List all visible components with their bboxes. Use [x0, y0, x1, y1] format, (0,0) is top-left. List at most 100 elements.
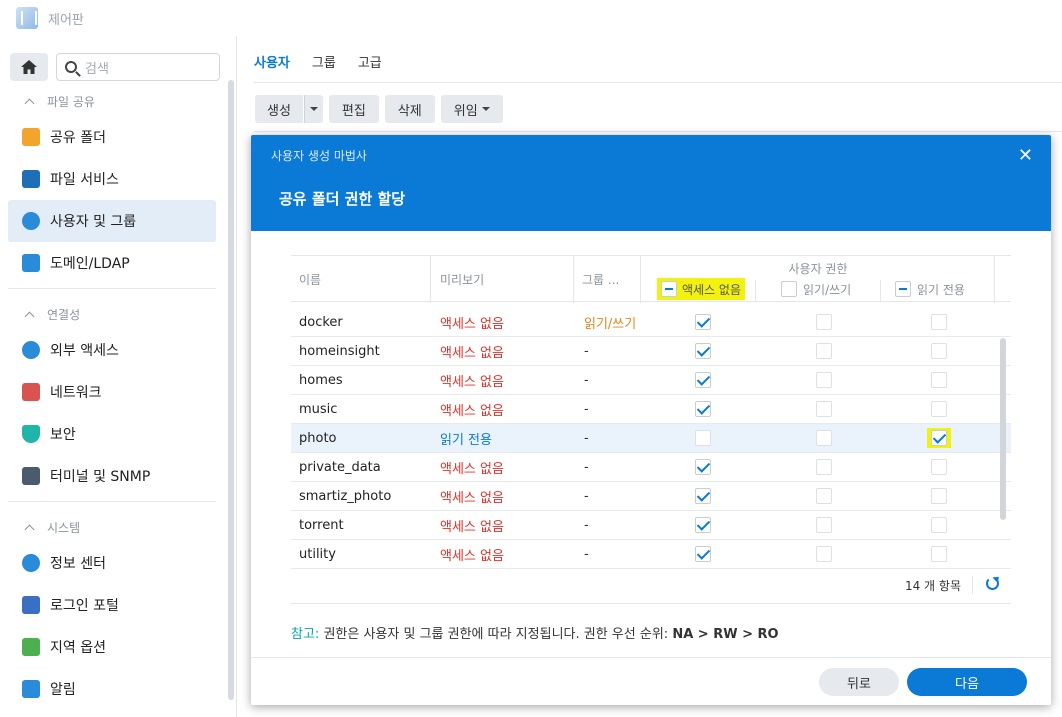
delegate-button[interactable]: 위임: [440, 95, 503, 123]
sidebar: 검색 파일 공유 공유 폴더 파일 서비스 사용자 및 그룹 도메인/LDAP …: [0, 36, 237, 717]
sidebar-item-users-groups[interactable]: 사용자 및 그룹: [8, 200, 216, 242]
section-file-sharing: 파일 공유 공유 폴더 파일 서비스 사용자 및 그룹 도메인/LDAP: [0, 86, 228, 293]
section-header[interactable]: 시스템: [0, 512, 228, 542]
close-icon[interactable]: ✕: [1018, 145, 1033, 166]
no-access-checkbox-cell: [695, 453, 711, 481]
col-header-read-write[interactable]: 읽기/쓰기: [781, 278, 851, 300]
no-access-checkbox[interactable]: [695, 546, 711, 562]
table-row[interactable]: music 액세스 없음 -: [291, 395, 1011, 424]
login-portal-icon: [22, 596, 40, 614]
col-header-read-only[interactable]: 읽기 전용: [895, 278, 965, 300]
folder-icon: [22, 128, 40, 146]
read-write-checkbox[interactable]: [816, 459, 832, 475]
note-text: 권한은 사용자 및 그룹 권한에 따라 지정됩니다. 권한 우선 순위:: [323, 627, 669, 642]
read-only-checkbox[interactable]: [931, 488, 947, 504]
read-write-checkbox[interactable]: [816, 430, 832, 446]
sidebar-item-file-services[interactable]: 파일 서비스: [0, 158, 228, 200]
read-write-checkbox[interactable]: [816, 488, 832, 504]
read-write-checkbox[interactable]: [816, 372, 832, 388]
delete-button[interactable]: 삭제: [384, 95, 435, 123]
no-access-checkbox-cell: [695, 395, 711, 423]
section-header[interactable]: 연결성: [0, 299, 228, 329]
read-write-checkbox[interactable]: [816, 401, 832, 417]
home-button[interactable]: [10, 53, 48, 81]
table-row[interactable]: homes 액세스 없음 -: [291, 366, 1011, 395]
read-write-checkbox[interactable]: [816, 546, 832, 562]
sidebar-item-login-portal[interactable]: 로그인 포털: [0, 584, 228, 626]
highlight-marker: [927, 428, 951, 448]
sidebar-scrollbar[interactable]: [228, 80, 234, 700]
tab-advanced[interactable]: 고급: [358, 52, 382, 77]
sidebar-item-network[interactable]: 네트워크: [0, 371, 228, 413]
group-permission: -: [584, 488, 589, 504]
table-row[interactable]: private_data 액세스 없음 -: [291, 453, 1011, 482]
sidebar-item-terminal-snmp[interactable]: 터미널 및 SNMP: [0, 455, 228, 497]
divider: [8, 501, 216, 502]
region-icon: [22, 638, 40, 656]
read-only-checkbox[interactable]: [931, 314, 947, 330]
read-only-checkbox[interactable]: [931, 372, 947, 388]
no-access-checkbox[interactable]: [695, 459, 711, 475]
read-only-checkbox-cell: [931, 453, 947, 481]
read-only-checkbox[interactable]: [931, 343, 947, 359]
no-access-checkbox[interactable]: [695, 343, 711, 359]
read-write-checkbox-cell: [816, 337, 832, 365]
create-button[interactable]: 생성: [255, 95, 303, 123]
read-only-checkbox[interactable]: [931, 517, 947, 533]
table-row[interactable]: homeinsight 액세스 없음 -: [291, 337, 1011, 366]
read-write-checkbox[interactable]: [816, 314, 832, 330]
toolbar: 생성 편집 삭제 위임: [255, 95, 503, 123]
create-dropdown-button[interactable]: [303, 95, 323, 123]
no-access-checkbox[interactable]: [695, 314, 711, 330]
sidebar-item-security[interactable]: 보안: [0, 413, 228, 455]
no-access-checkbox[interactable]: [695, 430, 711, 446]
column-divider: [430, 256, 431, 303]
table-row[interactable]: photo 읽기 전용 -: [291, 424, 1011, 453]
search-input[interactable]: 검색: [56, 53, 220, 81]
sidebar-item-info-center[interactable]: 정보 센터: [0, 542, 228, 584]
table-row[interactable]: utility 액세스 없음 -: [291, 540, 1011, 569]
tab-groups[interactable]: 그룹: [312, 52, 336, 77]
sidebar-item-notification[interactable]: 알림: [0, 668, 228, 710]
table-row[interactable]: torrent 액세스 없음 -: [291, 511, 1011, 540]
read-only-select-all-checkbox[interactable]: [895, 281, 911, 297]
no-access-select-all-checkbox[interactable]: [661, 281, 677, 297]
preview-permission: 액세스 없음: [440, 345, 504, 361]
sidebar-item-shared-folder[interactable]: 공유 폴더: [0, 116, 228, 158]
no-access-checkbox-cell: [695, 482, 711, 510]
tab-users[interactable]: 사용자: [254, 52, 290, 77]
edit-button[interactable]: 편집: [328, 95, 379, 123]
table-row[interactable]: smartiz_photo 액세스 없음 -: [291, 482, 1011, 511]
next-button[interactable]: 다음: [907, 668, 1027, 696]
section-header[interactable]: 파일 공유: [0, 86, 228, 116]
no-access-checkbox[interactable]: [695, 488, 711, 504]
no-access-checkbox[interactable]: [695, 401, 711, 417]
col-header-no-access[interactable]: 액세스 없음: [657, 278, 746, 300]
sidebar-item-external-access[interactable]: 외부 액세스: [0, 329, 228, 371]
read-write-select-all-checkbox[interactable]: [781, 281, 797, 297]
table-row[interactable]: docker 액세스 없음 읽기/쓰기: [291, 308, 1011, 337]
back-button[interactable]: 뒤로: [819, 668, 899, 696]
read-only-checkbox[interactable]: [931, 459, 947, 475]
grid-scrollbar[interactable]: [1000, 338, 1006, 520]
read-only-checkbox[interactable]: [931, 546, 947, 562]
read-write-checkbox[interactable]: [816, 517, 832, 533]
read-only-checkbox[interactable]: [931, 401, 947, 417]
no-access-checkbox[interactable]: [695, 517, 711, 533]
info-icon: [22, 554, 40, 572]
read-only-checkbox[interactable]: [931, 430, 947, 446]
read-write-checkbox[interactable]: [816, 343, 832, 359]
group-permission: -: [584, 517, 589, 533]
sidebar-item-regional-options[interactable]: 지역 옵션: [0, 626, 228, 668]
col-header-preview[interactable]: 미리보기: [440, 256, 484, 303]
group-permission: -: [584, 343, 589, 359]
no-access-checkbox-cell: [695, 366, 711, 394]
refresh-icon[interactable]: [986, 577, 999, 590]
group-permission: -: [584, 459, 589, 475]
app-title: 제어판: [48, 12, 84, 28]
col-header-name[interactable]: 이름: [299, 256, 321, 303]
col-header-group[interactable]: 그룹 ...: [582, 256, 619, 303]
no-access-checkbox[interactable]: [695, 372, 711, 388]
wizard-title: 사용자 생성 마법사: [271, 149, 367, 163]
sidebar-item-domain-ldap[interactable]: 도메인/LDAP: [0, 242, 228, 284]
